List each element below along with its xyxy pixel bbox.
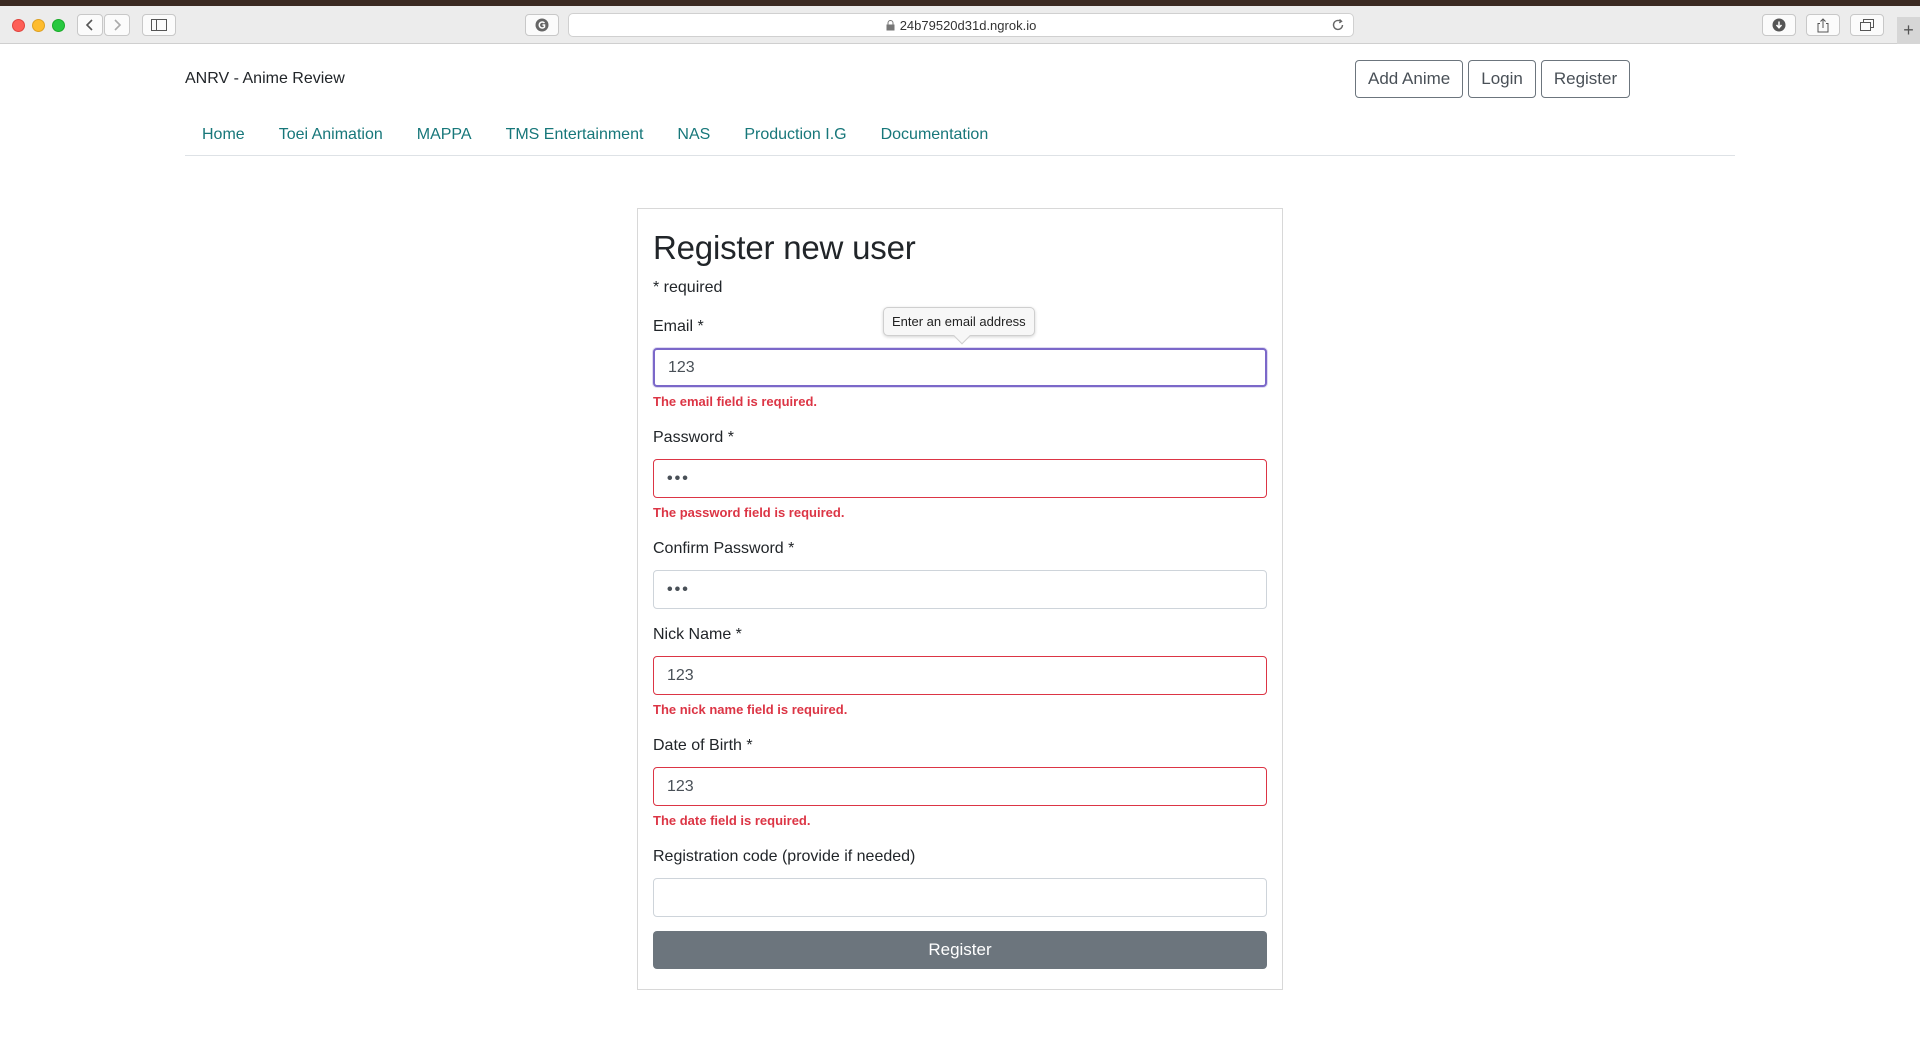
tooltip-text: Enter an email address (892, 314, 1026, 329)
tabs-overview-button[interactable] (1850, 14, 1884, 36)
date-of-birth-value: 123 (667, 777, 694, 795)
email-field[interactable]: 123 (653, 348, 1267, 387)
register-header-button[interactable]: Register (1540, 60, 1631, 98)
lock-icon (886, 19, 895, 30)
password-value: ••• (667, 469, 690, 487)
minimize-window-button[interactable] (32, 19, 45, 32)
site-settings-button[interactable] (525, 14, 559, 36)
nav-nas[interactable]: NAS (660, 118, 727, 155)
chevron-right-icon (114, 19, 122, 31)
zoom-window-button[interactable] (52, 19, 65, 32)
grammarly-icon (535, 18, 549, 32)
address-bar[interactable]: 24b79520d31d.ngrok.io (568, 13, 1354, 37)
nav-mappa[interactable]: MAPPA (400, 118, 489, 155)
add-anime-button[interactable]: Add Anime (1355, 60, 1464, 98)
browser-toolbar: 24b79520d31d.ngrok.io (0, 6, 1920, 44)
close-window-button[interactable] (12, 19, 25, 32)
nav-toei-animation[interactable]: Toei Animation (262, 118, 400, 155)
register-submit-button[interactable]: Register (653, 931, 1267, 969)
email-validation-tooltip: Enter an email address (883, 307, 1035, 345)
registration-code-label: Registration code (provide if needed) (653, 848, 916, 865)
nav-documentation[interactable]: Documentation (864, 118, 1006, 155)
nick-name-value: 123 (667, 666, 694, 684)
url-text: 24b79520d31d.ngrok.io (899, 17, 1037, 33)
email-error: The email field is required. (653, 394, 817, 409)
page-title: Register new user (653, 229, 916, 266)
main-nav: Home Toei Animation MAPPA TMS Entertainm… (185, 118, 1735, 156)
date-of-birth-label: Date of Birth * (653, 737, 753, 754)
share-icon (1817, 17, 1829, 32)
reload-icon[interactable] (1331, 18, 1345, 32)
confirm-password-field[interactable]: ••• (653, 570, 1267, 609)
chevron-left-icon (85, 19, 93, 31)
login-button[interactable]: Login (1468, 60, 1536, 98)
nav-tms-entertainment[interactable]: TMS Entertainment (489, 118, 661, 155)
sidebar-icon (151, 19, 167, 31)
required-note: * required (653, 279, 723, 296)
share-button[interactable] (1806, 14, 1840, 36)
date-of-birth-field[interactable]: 123 (653, 767, 1267, 806)
email-label: Email * (653, 318, 704, 335)
new-tab-button[interactable]: + (1897, 17, 1920, 44)
date-of-birth-error: The date field is required. (653, 813, 811, 828)
tabs-icon (1860, 19, 1874, 31)
plus-icon: + (1903, 20, 1914, 40)
nick-name-field[interactable]: 123 (653, 656, 1267, 695)
download-icon (1772, 18, 1786, 32)
back-button[interactable] (77, 14, 103, 36)
email-value: 123 (668, 358, 695, 376)
password-field[interactable]: ••• (653, 459, 1267, 498)
nick-name-error: The nick name field is required. (653, 702, 848, 717)
confirm-password-label: Confirm Password * (653, 540, 795, 557)
site-brand[interactable]: ANRV - Anime Review (185, 70, 345, 88)
sidebar-toggle-button[interactable] (142, 14, 176, 36)
nav-home[interactable]: Home (185, 118, 262, 155)
nick-name-label: Nick Name * (653, 626, 742, 643)
nav-production-ig[interactable]: Production I.G (727, 118, 863, 155)
downloads-button[interactable] (1762, 14, 1796, 36)
password-error: The password field is required. (653, 505, 845, 520)
password-label: Password * (653, 429, 734, 446)
registration-code-field[interactable] (653, 878, 1267, 917)
header-actions: Add Anime Login Register (1355, 60, 1631, 98)
forward-button[interactable] (104, 14, 130, 36)
confirm-password-value: ••• (667, 580, 690, 598)
